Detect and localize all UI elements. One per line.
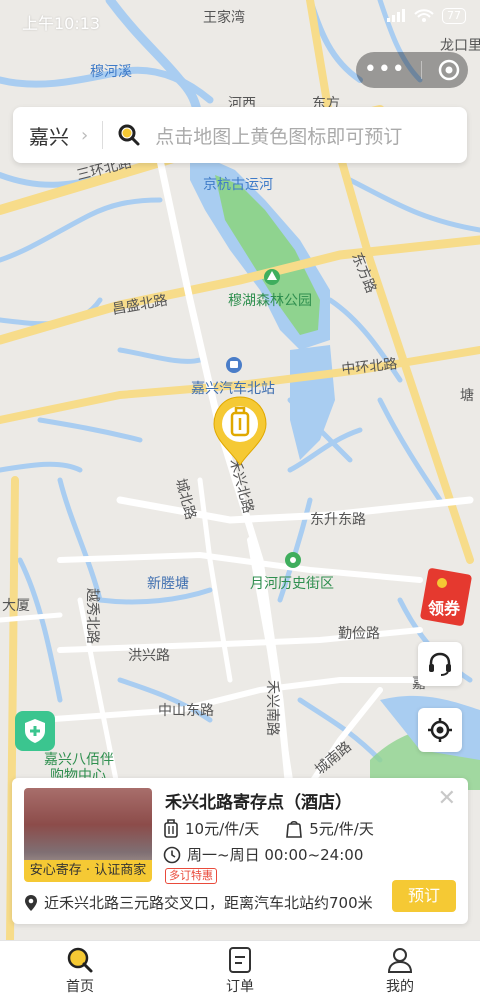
wifi-icon <box>414 9 434 22</box>
tab-home-label: 首页 <box>66 978 94 995</box>
map-label: 京杭古运河 <box>203 176 273 192</box>
map-label: 洪兴路 <box>128 647 170 663</box>
clock-icon <box>163 846 181 863</box>
tab-orders[interactable]: 订单 <box>160 941 320 1000</box>
map-label: 中山东路 <box>158 702 214 718</box>
more-dots-icon[interactable]: ••• <box>364 59 406 81</box>
headset-icon <box>429 652 451 676</box>
search-placeholder[interactable]: 点击地图上黄色图标即可预订 <box>155 122 402 149</box>
hours-row: 周一~周日 00:00~24:00 <box>163 844 363 865</box>
map-label: 塘 <box>460 387 474 403</box>
map-label: 月河历史街区 <box>250 575 334 591</box>
battery-icon: 77 <box>442 8 466 24</box>
bus-station-poi-icon <box>230 361 238 368</box>
coupon-label: 领券 <box>428 599 461 618</box>
book-button[interactable]: 预订 <box>392 880 456 912</box>
bag-icon <box>286 820 303 838</box>
tab-orders-label: 订单 <box>226 978 254 995</box>
divider <box>102 121 104 149</box>
close-icon[interactable]: ✕ <box>438 786 456 811</box>
map-label: 勤俭路 <box>338 625 380 641</box>
chevron-right-icon: › <box>81 124 89 146</box>
home-search-icon <box>67 947 93 972</box>
price-bag: 5元/件/天 <box>309 820 374 838</box>
locate-me-button[interactable] <box>418 708 462 752</box>
luggage-icon <box>164 818 178 838</box>
tab-profile-label: 我的 <box>386 978 414 995</box>
price-luggage: 10元/件/天 <box>185 820 260 838</box>
promo-tag: 多订特惠 <box>165 868 217 884</box>
map-label: 嘉兴汽车北站 <box>191 380 275 396</box>
city-name: 嘉兴 <box>29 124 69 149</box>
signal-icon <box>387 9 405 22</box>
miniprogram-capsule: ••• <box>356 52 468 88</box>
opening-hours: 周一~周日 00:00~24:00 <box>187 846 364 864</box>
map-label: 越秀北路 <box>85 588 101 644</box>
store-name: 禾兴北路寄存点（酒店） <box>165 793 352 813</box>
crosshair-icon <box>428 718 452 742</box>
customer-service-button[interactable] <box>418 642 462 686</box>
safety-shield-button[interactable] <box>15 711 55 751</box>
location-pin-icon <box>25 894 37 911</box>
scenic-poi-icon <box>290 557 296 563</box>
capsule-divider <box>421 61 423 79</box>
certified-badge: 安心寄存 · 认证商家 <box>24 860 152 882</box>
map-label: 大厦 <box>2 597 30 613</box>
shield-plus-icon <box>25 719 45 743</box>
map-label: 嘉兴八佰伴 <box>44 751 114 767</box>
store-address: 近禾兴北路三元路交叉口，距离汽车北站约700米 <box>44 894 373 912</box>
coupon-button[interactable]: 领券 <box>420 565 480 627</box>
search-icon <box>118 124 140 146</box>
map-label: 新塍塘 <box>147 575 189 591</box>
status-time: 上午10:13 <box>22 14 101 33</box>
tab-profile[interactable]: 我的 <box>320 941 480 1000</box>
map-label: 穆河溪 <box>90 63 132 79</box>
map-label: 穆湖森林公园 <box>228 292 312 308</box>
map-label: 龙口里 <box>440 37 480 53</box>
tab-home[interactable]: 首页 <box>0 941 160 1000</box>
tab-bar: 首页 订单 我的 <box>0 940 480 1000</box>
user-icon <box>387 947 413 973</box>
store-card[interactable]: 安心寄存 · 认证商家 禾兴北路寄存点（酒店） ✕ 10元/件/天 5元/件/天… <box>12 778 468 924</box>
city-selector[interactable]: 嘉兴 › <box>29 121 88 150</box>
price-row: 10元/件/天 5元/件/天 <box>163 818 400 839</box>
search-bar[interactable]: 嘉兴 › 点击地图上黄色图标即可预订 <box>13 107 467 163</box>
address-row: 近禾兴北路三元路交叉口，距离汽车北站约700米 <box>24 892 373 913</box>
status-bar: 上午10:13 77 <box>0 0 480 38</box>
map-label: 东升东路 <box>310 511 366 527</box>
order-document-icon <box>229 946 251 973</box>
map-label: 禾兴南路 <box>265 680 281 736</box>
close-miniprogram-icon[interactable] <box>438 59 460 81</box>
